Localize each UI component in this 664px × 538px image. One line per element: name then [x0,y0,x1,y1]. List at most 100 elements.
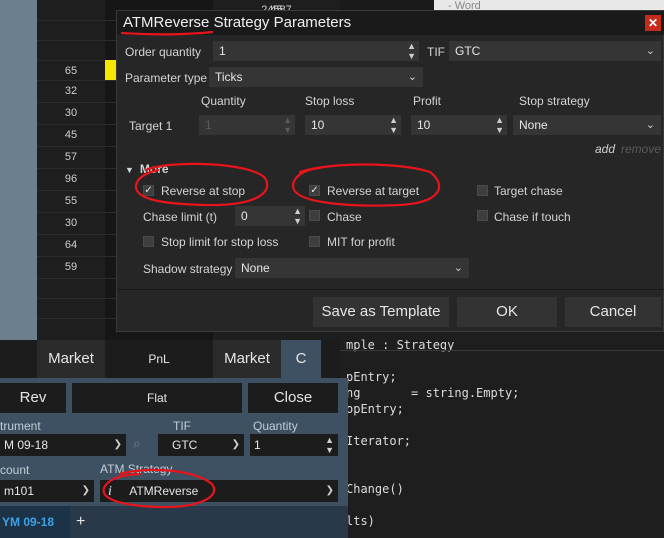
mit-profit-checkbox[interactable] [309,236,320,247]
tab-ym-09-18[interactable]: YM 09-18 [0,506,70,538]
chase-label: Chase [327,210,362,224]
reverse-at-target-checkbox[interactable]: ✓ [309,185,320,196]
order-quantity-field[interactable]: 1 ▲ ▼ [213,41,419,61]
bid-size: 30 [64,217,78,229]
market-sell-button[interactable]: Market [213,340,281,378]
spinner-icon: ▲ ▼ [283,115,292,135]
code-line: ng = string.Empty; [346,386,519,400]
target-quantity-field[interactable]: 1 ▲ ▼ [199,115,295,135]
code-divider [340,350,664,351]
tif-select[interactable]: GTC ⌄ [449,41,661,61]
bid-size: 65 [64,65,78,77]
stop-limit-checkbox[interactable] [143,236,154,247]
chevron-down-icon: ❯ [81,485,90,496]
reverse-at-stop-checkbox[interactable]: ✓ [143,185,154,196]
bid-size: 55 [64,195,78,207]
tif-label: TIF [173,419,191,433]
col-profit: Profit [413,94,442,108]
bid-size: 59 [64,261,78,273]
atm-strategy-value: ATMReverse [129,484,199,498]
spinner-icon[interactable]: ▲ ▼ [293,206,302,226]
code-line: Iterator; [346,434,412,448]
collapse-triangle-icon: ▼ [125,165,134,175]
save-as-template-button[interactable]: Save as Template [313,297,449,327]
ok-button[interactable]: OK [457,297,557,327]
chevron-down-icon: ⌄ [453,262,463,274]
bid-size: 57 [64,151,78,163]
order-quantity-value: 1 [219,44,226,58]
code-line: opEntry; [346,402,404,416]
chase-checkbox[interactable] [309,210,320,221]
col-stop-loss: Stop loss [305,94,355,108]
tif-value: GTC [455,44,481,58]
code-line: lts) [346,514,375,528]
cancel-button[interactable]: Cancel [565,297,661,327]
reverse-button[interactable]: Rev [0,383,66,413]
dialog-divider [117,289,664,290]
remove-target-link[interactable]: remove [621,142,661,156]
spinner-icon[interactable]: ▲ ▼ [325,435,334,455]
chevron-down-icon: ❯ [325,485,334,496]
chevron-down-icon: ⌄ [645,45,655,57]
mit-profit-label: MIT for profit [327,235,395,249]
spinner-icon[interactable]: ▲ ▼ [407,41,416,61]
quantity-value: 1 [254,438,261,452]
bid-size: 32 [64,85,78,97]
stop-strategy-value: None [519,118,548,132]
chevron-down-icon: ⌄ [645,119,655,131]
atm-strategy-label: ATM Strategy [100,462,173,476]
bid-size: 45 [64,129,78,141]
atm-strategy-select[interactable]: i ATMReverse ❯ [100,480,338,502]
ladder-left-column [0,0,37,340]
chevron-down-icon: ❯ [113,439,122,450]
spinner-icon[interactable]: ▲ ▼ [495,115,504,135]
chevron-down-icon: ⌄ [407,71,417,83]
quantity-label: Quantity [253,419,298,433]
position-status: Flat [72,383,242,413]
add-tab-button[interactable]: + [76,506,96,538]
pnl-label: PnL [105,340,213,378]
spinner-icon[interactable]: ▲ ▼ [389,115,398,135]
code-line: pEntry; [346,370,397,384]
market-buy-button[interactable]: Market [37,340,105,378]
instrument-select[interactable]: M 09-18 ❯ [0,434,126,456]
tif-select[interactable]: GTC ❯ [158,434,244,456]
order-entry-panel: Rev Flat Close trument TIF Quantity M 09… [0,378,348,538]
col-stop-strategy: Stop strategy [519,94,590,108]
more-toggle[interactable]: ▼ More [125,162,169,176]
profit-value: 10 [417,118,431,132]
more-label: More [139,162,169,176]
parameter-type-label: Parameter type [125,71,208,85]
instrument-tab-bar: YM 09-18 + [0,506,348,538]
account-select[interactable]: m101 ❯ [0,480,94,502]
add-target-link[interactable]: add [595,142,615,156]
bid-size: 64 [64,239,78,251]
chase-limit-field[interactable]: 0 ▲ ▼ [235,206,305,226]
reverse-at-target-label: Reverse at target [327,184,420,198]
chase-if-touch-checkbox[interactable] [477,210,488,221]
quantity-stepper[interactable]: 1 ▲ ▼ [250,434,338,456]
target-chase-checkbox[interactable] [477,185,488,196]
stop-loss-value: 10 [311,118,325,132]
target-quantity-value: 1 [205,118,212,132]
code-line-text: ng = string.Empty; [346,386,520,400]
col-quantity: Quantity [201,94,246,108]
shadow-strategy-select[interactable]: None ⌄ [235,258,469,278]
parameter-type-value: Ticks [215,70,243,84]
search-icon[interactable]: ⌕ [133,435,141,452]
code-editor[interactable]: mple : Strategy pEntry; ng = string.Empt… [340,330,664,538]
account-value: m101 [4,484,35,498]
bid-size: 30 [64,107,78,119]
parameter-type-select[interactable]: Ticks ⌄ [209,67,423,87]
target-chase-label: Target chase [494,184,563,198]
instrument-label: trument [0,419,41,433]
c-label[interactable]: C [281,340,321,378]
tif-label: TIF [427,45,445,59]
atm-strategy-dialog: ATMReverse Strategy Parameters ✕ Order q… [116,10,664,332]
profit-field[interactable]: 10 ▲ ▼ [411,115,507,135]
stop-loss-field[interactable]: 10 ▲ ▼ [305,115,401,135]
close-icon[interactable]: ✕ [645,15,661,31]
stop-strategy-select[interactable]: None ⌄ [513,115,661,135]
chase-if-touch-label: Chase if touch [494,210,571,224]
close-position-button[interactable]: Close [248,383,338,413]
